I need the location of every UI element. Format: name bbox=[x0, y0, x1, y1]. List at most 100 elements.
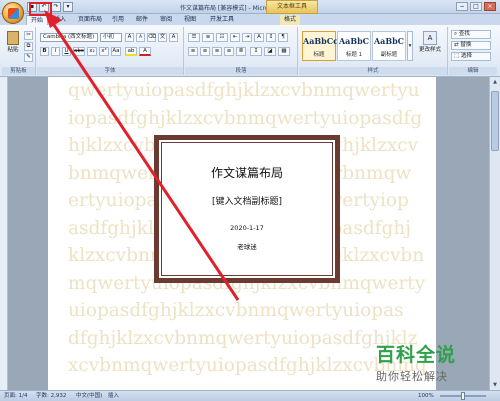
justify-icon[interactable]: ≡ bbox=[224, 47, 234, 56]
tab-review[interactable]: 审阅 bbox=[156, 15, 176, 25]
find-label: 查找 bbox=[458, 31, 470, 37]
replace-button[interactable]: ⇄ 替换 bbox=[451, 41, 491, 50]
subscript-button[interactable]: x₂ bbox=[87, 47, 97, 56]
tab-insert[interactable]: 插入 bbox=[50, 15, 70, 25]
cover-title[interactable]: 作文谋篇布局 bbox=[159, 164, 335, 181]
sort-icon[interactable]: ↕ bbox=[266, 33, 276, 42]
scroll-down-icon[interactable]: ▼ bbox=[491, 381, 499, 389]
style-subtitle[interactable]: AaBbC 副标题 bbox=[372, 31, 406, 61]
cover-subtitle[interactable]: [键入文档副标题] bbox=[159, 194, 335, 207]
style-sample: AaBbC bbox=[373, 36, 405, 46]
paste-icon bbox=[7, 31, 19, 45]
language-status[interactable]: 中文(中国) bbox=[76, 391, 102, 401]
scroll-thumb[interactable] bbox=[491, 91, 499, 151]
clear-format-icon[interactable]: ⌫ bbox=[147, 33, 156, 42]
cover-text-box[interactable]: 作文谋篇布局 [键入文档副标题] 2020-1-17 老球迷 bbox=[154, 135, 340, 283]
select-button[interactable]: ⬚ 选择 bbox=[451, 52, 491, 61]
grow-font-button[interactable]: A bbox=[125, 33, 134, 42]
change-styles-icon: A bbox=[423, 31, 437, 45]
word-count[interactable]: 字数: 2,932 bbox=[36, 391, 66, 401]
insert-mode[interactable]: 插入 bbox=[108, 391, 119, 401]
superscript-button[interactable]: x² bbox=[99, 47, 109, 56]
bold-button[interactable]: B bbox=[40, 47, 49, 56]
customize-icon[interactable]: ▾ bbox=[63, 2, 73, 12]
paste-button[interactable]: 粘贴 bbox=[5, 31, 21, 53]
clipboard-group: 粘贴 ✂ ⧉ ✎ 剪贴板 bbox=[2, 27, 36, 75]
zoom-percent[interactable]: 100% bbox=[418, 391, 434, 401]
format-painter-icon[interactable]: ✎ bbox=[24, 53, 33, 62]
increase-indent-icon[interactable]: ⇥ bbox=[242, 33, 252, 42]
italic-button[interactable]: I bbox=[51, 47, 60, 56]
paragraph-group-label: 段落 bbox=[185, 67, 297, 75]
scroll-up-icon[interactable]: ▲ bbox=[491, 78, 499, 86]
change-styles-button[interactable]: A 更改样式 bbox=[415, 31, 445, 53]
window-controls: − □ × bbox=[456, 2, 496, 11]
find-icon: ⌕ bbox=[454, 31, 458, 37]
zoom-slider[interactable] bbox=[440, 392, 486, 400]
vertical-ruler bbox=[0, 77, 8, 390]
style-sample: AaBbCc bbox=[303, 36, 338, 46]
editing-group: ⌕ 查找 ⇄ 替换 ⬚ 选择 编辑 bbox=[449, 27, 497, 75]
show-marks-icon[interactable]: ¶ bbox=[278, 33, 288, 42]
tab-view[interactable]: 视图 bbox=[180, 15, 200, 25]
style-title[interactable]: AaBbCc 标题 bbox=[302, 31, 338, 61]
multilevel-list-icon[interactable]: ☷ bbox=[216, 33, 228, 42]
styles-more-icon[interactable]: ▾ bbox=[407, 31, 413, 61]
minimize-button[interactable]: − bbox=[456, 2, 468, 11]
copy-icon[interactable]: ⧉ bbox=[24, 42, 33, 51]
styles-group: AaBbCc 标题 AaBbC 标题 1 AaBbC 副标题 ▾ A 更改样式 … bbox=[299, 27, 448, 75]
page-count[interactable]: 页面: 1/4 bbox=[4, 391, 27, 401]
tab-mailings[interactable]: 邮件 bbox=[132, 15, 152, 25]
line-spacing-icon[interactable]: ↕ bbox=[250, 47, 262, 56]
brand-main: 百科全说 bbox=[376, 344, 457, 366]
change-case-icon[interactable]: Aa bbox=[111, 47, 121, 56]
style-heading-1[interactable]: AaBbC 标题 1 bbox=[337, 31, 371, 61]
brand-watermark: 百科全说 助你轻松解决 bbox=[376, 340, 492, 388]
change-styles-label: 更改样式 bbox=[418, 47, 441, 53]
styles-group-label: 样式 bbox=[299, 67, 447, 75]
cover-author[interactable]: 老球迷 bbox=[159, 241, 335, 251]
redo-icon[interactable]: ↷ bbox=[51, 2, 61, 12]
highlight-color-icon[interactable]: ab bbox=[125, 47, 137, 56]
close-button[interactable]: × bbox=[484, 2, 496, 11]
office-button[interactable] bbox=[2, 2, 24, 24]
font-color-icon[interactable]: A bbox=[139, 47, 151, 56]
maximize-button[interactable]: □ bbox=[470, 2, 482, 11]
font-group-label: 字体 bbox=[37, 67, 183, 75]
tab-developer[interactable]: 开发工具 bbox=[206, 15, 238, 25]
shading-icon[interactable]: ◪ bbox=[264, 47, 276, 56]
style-name: 标题 bbox=[313, 52, 325, 58]
find-button[interactable]: ⌕ 查找 bbox=[451, 30, 491, 39]
align-right-icon[interactable]: ≡ bbox=[212, 47, 222, 56]
tab-references[interactable]: 引用 bbox=[108, 15, 128, 25]
cover-date[interactable]: 2020-1-17 bbox=[159, 224, 335, 232]
zoom-slider-knob[interactable] bbox=[461, 392, 465, 400]
tab-format[interactable]: 格式 bbox=[280, 15, 301, 25]
annotation-highlight-box bbox=[29, 2, 52, 16]
underline-button[interactable]: U bbox=[62, 47, 71, 56]
strikethrough-button[interactable]: abc bbox=[73, 47, 85, 56]
font-name-select[interactable]: Cambria (西文标题) bbox=[40, 33, 98, 42]
context-tab-group-label: 文本框工具 bbox=[266, 0, 318, 14]
bullets-icon[interactable]: ☰ bbox=[188, 33, 200, 42]
char-border-icon[interactable]: A bbox=[169, 33, 178, 42]
borders-icon[interactable]: ▦ bbox=[278, 47, 290, 56]
office-logo-icon bbox=[8, 8, 19, 19]
tab-home[interactable]: 开始 bbox=[26, 15, 49, 25]
clipboard-group-label: 剪贴板 bbox=[2, 67, 35, 75]
decrease-indent-icon[interactable]: ⇤ bbox=[230, 33, 240, 42]
ribbon: 粘贴 ✂ ⧉ ✎ 剪贴板 Cambria (西文标题) 小初 A A ⌫ 文 A… bbox=[0, 25, 500, 77]
style-name: 标题 1 bbox=[345, 52, 363, 58]
style-sample: AaBbC bbox=[338, 36, 370, 46]
chinese-layout-icon[interactable]: A bbox=[254, 33, 264, 42]
font-size-select[interactable]: 小初 bbox=[100, 33, 122, 42]
align-left-icon[interactable]: ≡ bbox=[188, 47, 198, 56]
align-center-icon[interactable]: ≡ bbox=[200, 47, 210, 56]
shrink-font-button[interactable]: A bbox=[136, 33, 145, 42]
tab-page-layout[interactable]: 页面布局 bbox=[74, 15, 106, 25]
phonetic-guide-icon[interactable]: 文 bbox=[158, 33, 167, 42]
numbering-icon[interactable]: ≡ bbox=[202, 33, 214, 42]
distributed-icon[interactable]: ≣ bbox=[236, 47, 246, 56]
watermark-line: uiopasdfghjklzxcvbnmqwertyuiopas bbox=[68, 300, 404, 321]
cut-icon[interactable]: ✂ bbox=[24, 31, 33, 40]
